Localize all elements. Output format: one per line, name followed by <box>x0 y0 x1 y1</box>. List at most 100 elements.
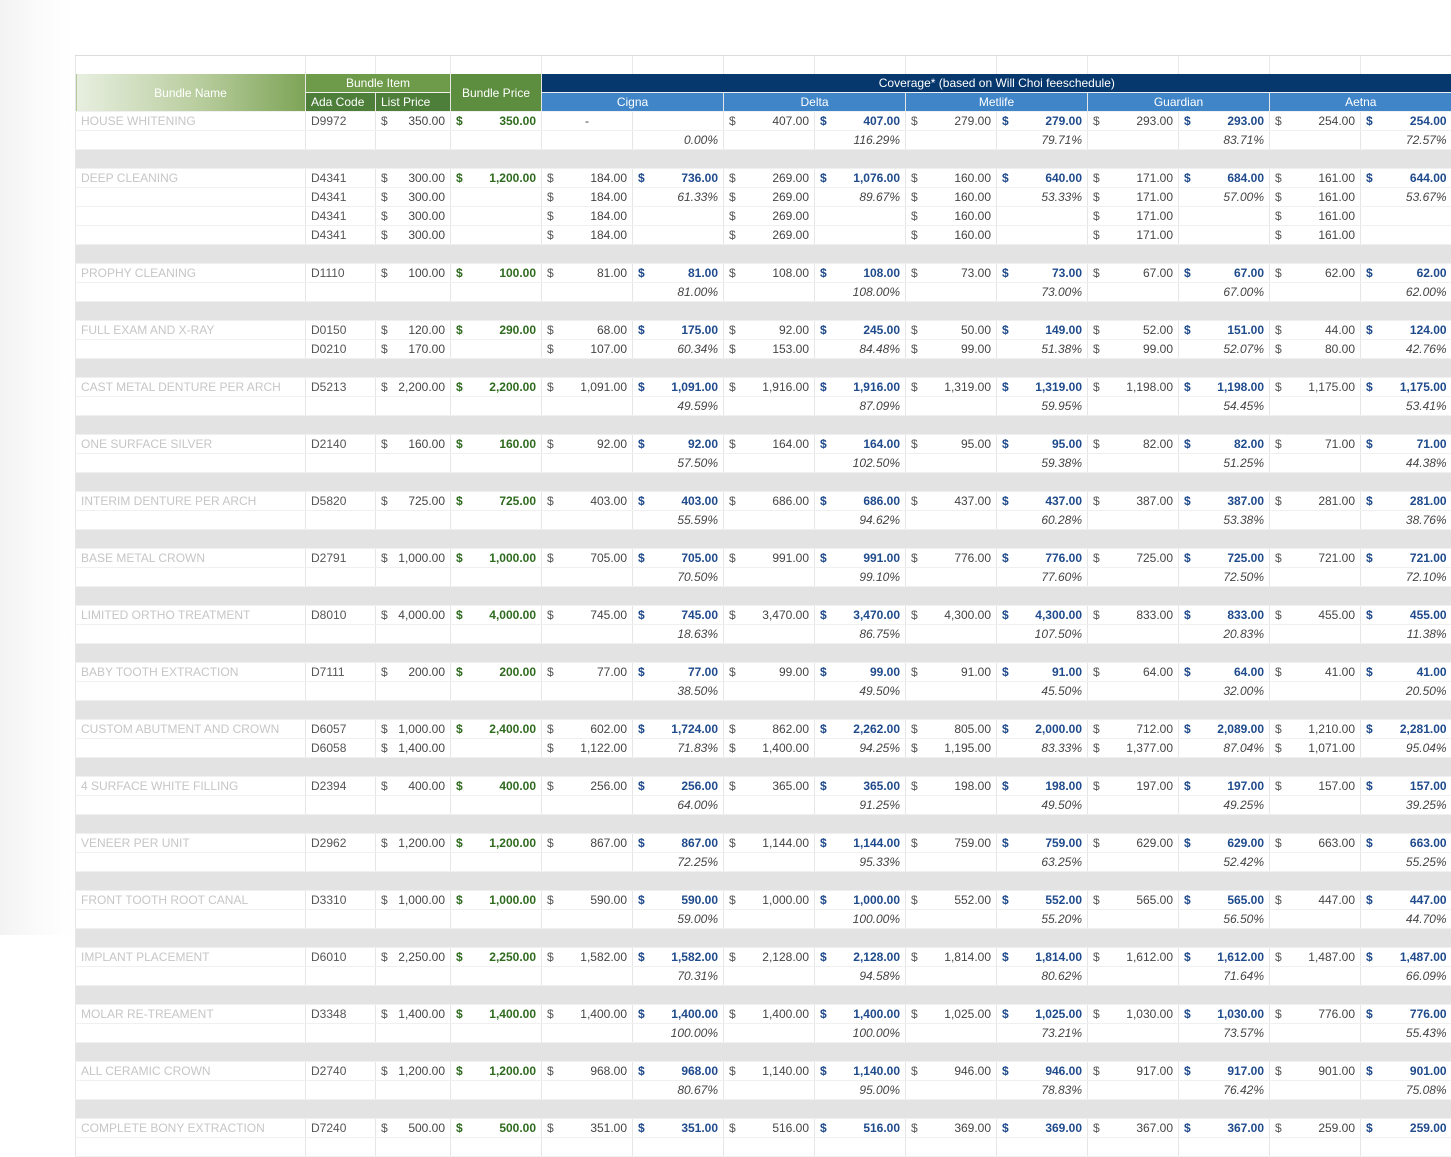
coverage-total-delta[interactable]: $1,144.00 <box>815 834 906 853</box>
bundle-name-cell[interactable] <box>76 397 306 416</box>
coverage-percent-delta[interactable]: 95.00% <box>815 1081 906 1100</box>
list-price-cell[interactable]: $200.00 <box>376 663 451 682</box>
coverage-total-metlife[interactable]: $1,319.00 <box>997 378 1088 397</box>
fee-cell-guardian[interactable]: $725.00 <box>1088 549 1179 568</box>
ada-code-cell[interactable]: D2791 <box>306 549 376 568</box>
fee-cell-guardian[interactable]: $67.00 <box>1088 264 1179 283</box>
coverage-percent-cigna[interactable]: 61.33% <box>633 188 724 207</box>
list-price-cell[interactable]: $300.00 <box>376 207 451 226</box>
bundle-name-cell[interactable] <box>76 1024 306 1043</box>
bundle-name-cell[interactable]: BABY TOOTH EXTRACTION <box>76 663 306 682</box>
fee-cell-cigna[interactable]: $1,400.00 <box>542 1005 633 1024</box>
list-price-cell[interactable]: $1,400.00 <box>376 1005 451 1024</box>
coverage-total-delta[interactable]: $245.00 <box>815 321 906 340</box>
bundle-name-cell[interactable] <box>76 796 306 815</box>
coverage-total-delta[interactable]: $365.00 <box>815 777 906 796</box>
ada-code-cell[interactable]: D4341 <box>306 188 376 207</box>
fee-cell-delta[interactable]: $1,144.00 <box>724 834 815 853</box>
bundle-price-cell[interactable] <box>451 1081 542 1100</box>
bundle-name-cell[interactable]: FRONT TOOTH ROOT CANAL <box>76 891 306 910</box>
coverage-total-guardian[interactable]: $725.00 <box>1179 549 1270 568</box>
coverage-percent-guardian[interactable]: 51.25% <box>1179 454 1270 473</box>
coverage-percent-aetna[interactable]: 72.57% <box>1361 131 1451 150</box>
coverage-percent-aetna[interactable] <box>1361 207 1451 226</box>
fee-cell-delta[interactable] <box>724 1081 815 1100</box>
bundle-price-cell[interactable] <box>451 739 542 758</box>
fee-cell-metlife[interactable]: $759.00 <box>906 834 997 853</box>
fee-cell-cigna[interactable]: $351.00 <box>542 1119 633 1138</box>
list-price-cell[interactable]: $500.00 <box>376 1119 451 1138</box>
fee-cell-delta[interactable] <box>724 454 815 473</box>
fee-cell-guardian[interactable]: $367.00 <box>1088 1119 1179 1138</box>
fee-cell-cigna[interactable]: $184.00 <box>542 226 633 245</box>
fee-cell-cigna[interactable]: $602.00 <box>542 720 633 739</box>
fee-cell-cigna[interactable] <box>542 853 633 872</box>
coverage-total-metlife[interactable]: $1,025.00 <box>997 1005 1088 1024</box>
coverage-percent-cigna[interactable]: 38.50% <box>633 682 724 701</box>
bundle-name-cell[interactable]: PROPHY CLEANING <box>76 264 306 283</box>
coverage-total-guardian[interactable]: $1,030.00 <box>1179 1005 1270 1024</box>
fee-cell-guardian[interactable]: $171.00 <box>1088 207 1179 226</box>
fee-cell-guardian[interactable]: $1,377.00 <box>1088 739 1179 758</box>
list-price-cell[interactable]: $300.00 <box>376 188 451 207</box>
fee-cell-delta[interactable] <box>724 682 815 701</box>
fee-cell-aetna[interactable]: $41.00 <box>1270 663 1361 682</box>
fee-cell-guardian[interactable] <box>1088 568 1179 587</box>
coverage-total-aetna[interactable]: $901.00 <box>1361 1062 1451 1081</box>
coverage-percent-delta[interactable]: 94.58% <box>815 967 906 986</box>
list-price-cell[interactable] <box>376 625 451 644</box>
coverage-percent-metlife[interactable] <box>997 226 1088 245</box>
coverage-percent-guardian[interactable]: 87.04% <box>1179 739 1270 758</box>
fee-cell-cigna[interactable] <box>542 1024 633 1043</box>
coverage-percent-cigna[interactable]: 57.50% <box>633 454 724 473</box>
coverage-percent-delta[interactable]: 89.67% <box>815 188 906 207</box>
fee-cell-guardian[interactable] <box>1088 397 1179 416</box>
fee-cell-cigna[interactable] <box>542 625 633 644</box>
coverage-percent-guardian[interactable]: 52.42% <box>1179 853 1270 872</box>
fee-cell-delta[interactable]: $92.00 <box>724 321 815 340</box>
fee-cell-guardian[interactable]: $171.00 <box>1088 169 1179 188</box>
coverage-total-cigna[interactable]: $736.00 <box>633 169 724 188</box>
fee-cell-guardian[interactable]: $64.00 <box>1088 663 1179 682</box>
list-price-cell[interactable] <box>376 1024 451 1043</box>
coverage-total-cigna[interactable]: $1,582.00 <box>633 948 724 967</box>
ada-code-cell[interactable]: D5213 <box>306 378 376 397</box>
coverage-total-guardian[interactable]: $565.00 <box>1179 891 1270 910</box>
ada-code-cell[interactable]: D1110 <box>306 264 376 283</box>
coverage-total-delta[interactable]: $108.00 <box>815 264 906 283</box>
bundle-price-cell[interactable]: $1,000.00 <box>451 891 542 910</box>
fee-cell-guardian[interactable]: $1,030.00 <box>1088 1005 1179 1024</box>
coverage-percent-delta[interactable]: 94.62% <box>815 511 906 530</box>
fee-cell-delta[interactable] <box>724 511 815 530</box>
ada-code-cell[interactable]: D4341 <box>306 169 376 188</box>
ada-code-cell[interactable] <box>306 853 376 872</box>
coverage-total-aetna[interactable]: $1,175.00 <box>1361 378 1451 397</box>
coverage-total-guardian[interactable]: $684.00 <box>1179 169 1270 188</box>
header-coverage[interactable]: Coverage* (based on Will Choi feeschedul… <box>542 74 1451 93</box>
coverage-percent-aetna[interactable]: 39.25% <box>1361 796 1451 815</box>
coverage-total-aetna[interactable]: $721.00 <box>1361 549 1451 568</box>
header-ada-code[interactable]: Ada Code <box>306 93 376 112</box>
list-price-cell[interactable]: $300.00 <box>376 226 451 245</box>
bundle-name-cell[interactable] <box>76 188 306 207</box>
bundle-price-cell[interactable] <box>451 188 542 207</box>
list-price-cell[interactable]: $2,250.00 <box>376 948 451 967</box>
coverage-percent-metlife[interactable]: 83.33% <box>997 739 1088 758</box>
list-price-cell[interactable]: $350.00 <box>376 112 451 131</box>
fee-cell-cigna[interactable]: $745.00 <box>542 606 633 625</box>
coverage-total-guardian[interactable]: $151.00 <box>1179 321 1270 340</box>
bundle-price-cell[interactable]: $2,200.00 <box>451 378 542 397</box>
fee-cell-aetna[interactable]: $161.00 <box>1270 207 1361 226</box>
coverage-total-cigna[interactable]: $867.00 <box>633 834 724 853</box>
fee-cell-cigna[interactable] <box>542 967 633 986</box>
bundle-price-cell[interactable] <box>451 910 542 929</box>
list-price-cell[interactable]: $1,200.00 <box>376 834 451 853</box>
bundle-name-cell[interactable]: VENEER PER UNIT <box>76 834 306 853</box>
coverage-percent-metlife[interactable] <box>997 1138 1088 1157</box>
ada-code-cell[interactable]: D6058 <box>306 739 376 758</box>
coverage-percent-cigna[interactable]: 80.67% <box>633 1081 724 1100</box>
fee-cell-aetna[interactable]: $71.00 <box>1270 435 1361 454</box>
ada-code-cell[interactable]: D0210 <box>306 340 376 359</box>
bundle-name-cell[interactable] <box>76 739 306 758</box>
coverage-total-cigna[interactable]: $175.00 <box>633 321 724 340</box>
